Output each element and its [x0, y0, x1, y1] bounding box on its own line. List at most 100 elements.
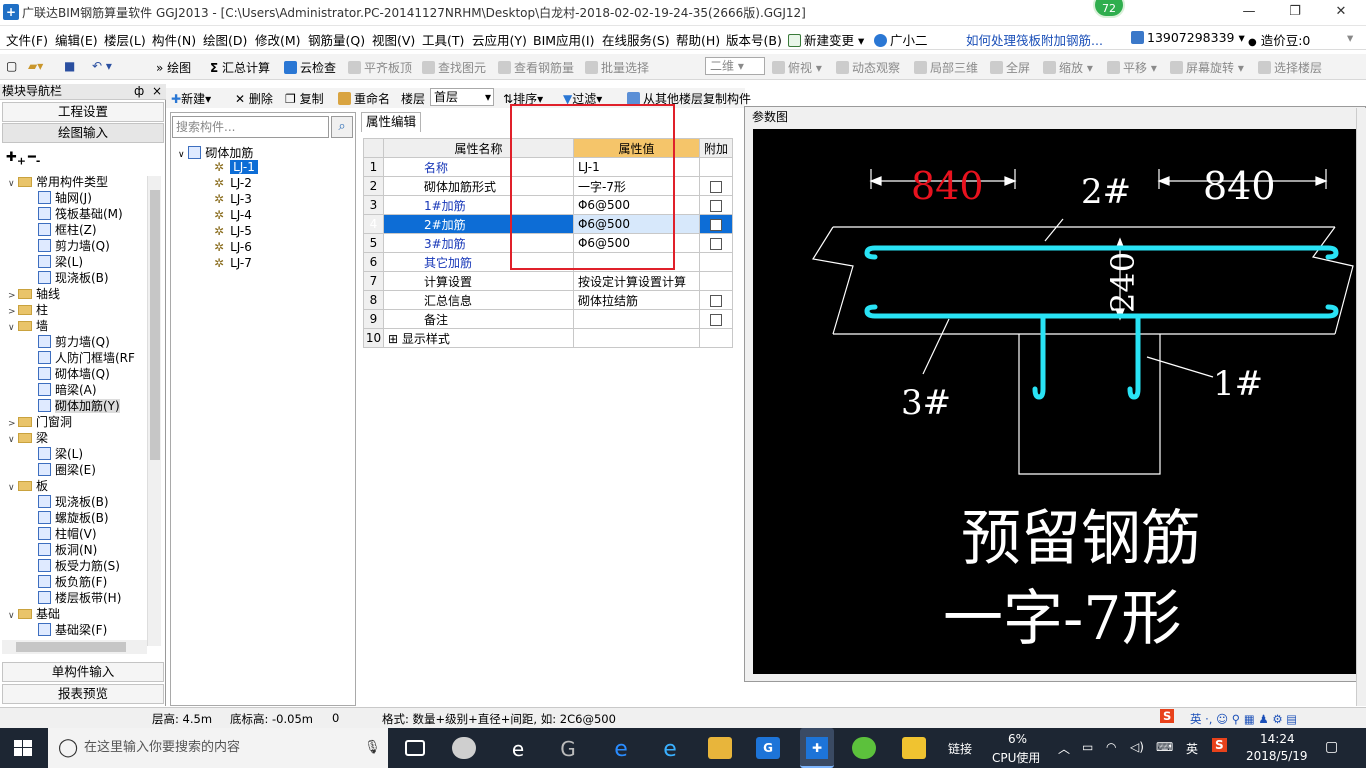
component-list-item[interactable]: ✲ LJ-7	[214, 256, 252, 270]
tree-item[interactable]: 砌体加筋(Y)	[38, 398, 120, 414]
tree-folder[interactable]: ∨ 墙	[8, 318, 48, 334]
notes-icon[interactable]	[902, 737, 926, 759]
ime-english-icon[interactable]: 英 ·, ☺ ⚲ ▦ ♟ ⚙ ▤	[1190, 711, 1297, 727]
menu-rebar-qty[interactable]: 钢筋量(Q)	[308, 30, 365, 49]
tree-folder[interactable]: > 轴线	[8, 286, 60, 302]
tree-folder[interactable]: ∨ 基础	[8, 606, 60, 622]
save-icon[interactable]: ■	[64, 59, 75, 73]
sogou-tray-icon[interactable]: S	[1212, 738, 1227, 752]
minimize-button[interactable]: —	[1226, 0, 1272, 24]
zoom-button[interactable]: 缩放 ▾	[1043, 59, 1093, 76]
notification-badge[interactable]: 72	[1093, 0, 1125, 18]
tree-item[interactable]: 框柱(Z)	[38, 222, 97, 238]
volume-icon[interactable]: ◁)	[1130, 740, 1144, 754]
component-list-item[interactable]: ✲ LJ-4	[214, 208, 252, 222]
menu-assistant[interactable]: 广小二	[874, 30, 928, 49]
report-preview-button[interactable]: 报表预览	[2, 684, 164, 704]
menu-online[interactable]: 在线服务(S)	[602, 30, 670, 49]
internet-explorer-icon[interactable]: e	[658, 737, 682, 762]
menu-floor[interactable]: 楼层(L)	[104, 30, 146, 49]
clock-time[interactable]: 14:24	[1260, 732, 1295, 746]
battery-icon[interactable]: ▭	[1082, 740, 1093, 754]
attach-checkbox[interactable]	[709, 199, 722, 212]
rotate-screen-button[interactable]: 屏幕旋转 ▾	[1170, 59, 1244, 76]
pan-button[interactable]: 平移 ▾	[1107, 59, 1157, 76]
delete-button[interactable]: ✕ 删除	[235, 90, 273, 107]
floor-select[interactable]: 首层 ▾	[430, 88, 494, 106]
component-list-item[interactable]: ✲ LJ-2	[214, 176, 252, 190]
ie-legacy-icon[interactable]: e	[506, 737, 530, 761]
taskbar-search-input[interactable]: ◯ 在这里输入你要搜索的内容 🎙︎	[48, 728, 388, 768]
attach-checkbox[interactable]	[709, 237, 722, 250]
keyboard-icon[interactable]: ⌨	[1156, 740, 1173, 754]
microphone-icon[interactable]: 🎙︎	[364, 728, 381, 768]
view-mode-select[interactable]: 二维 ▾	[705, 57, 765, 75]
attach-checkbox[interactable]	[709, 180, 722, 193]
tree-item[interactable]: 现浇板(B)	[38, 494, 109, 510]
property-value-cell[interactable]: 砌体拉结筋	[572, 290, 700, 310]
menu-component[interactable]: 构件(N)	[152, 30, 196, 49]
batch-select-button[interactable]: 批量选择	[585, 59, 649, 76]
tree-hscrollbar[interactable]	[2, 640, 147, 654]
tree-item[interactable]: 砌体墙(Q)	[38, 366, 110, 382]
glodon-swirl-icon[interactable]: G	[556, 737, 580, 761]
tree-item[interactable]: 基础梁(F)	[38, 622, 107, 638]
glodon-g-icon[interactable]: G	[756, 737, 780, 759]
menu-bim[interactable]: BIM应用(I)	[533, 30, 595, 49]
ime-indicator[interactable]: 英	[1186, 740, 1198, 757]
summary-calc-button[interactable]: Σ 汇总计算	[210, 59, 270, 76]
user-phone[interactable]: 13907298339 ▾	[1131, 30, 1245, 45]
chevron-down-icon[interactable]: ∨	[8, 176, 18, 192]
close-icon[interactable]: ×	[152, 84, 162, 99]
chevron-down-icon[interactable]: ∨	[8, 432, 18, 448]
tree-item[interactable]: 圈梁(E)	[38, 462, 96, 478]
fullscreen-button[interactable]: 全屏	[990, 59, 1030, 76]
tree-folder[interactable]: ∨ 常用构件类型	[8, 174, 108, 190]
component-list-item[interactable]: ✲ LJ-6	[214, 240, 252, 254]
tree-item[interactable]: 梁(L)	[38, 254, 83, 270]
view-rebar-qty-button[interactable]: 查看钢筋量	[498, 59, 574, 76]
tree-item[interactable]: 筏板基础(M)	[38, 206, 123, 222]
property-value-cell[interactable]	[572, 309, 700, 329]
component-list-item[interactable]: ✲ LJ-5	[214, 224, 252, 238]
property-row[interactable]: 9 备注	[363, 309, 734, 329]
undo-icon[interactable]: ↶ ▾	[92, 59, 112, 73]
new-component-button[interactable]: ✚新建▾	[171, 90, 211, 107]
property-row[interactable]: 8 汇总信息 砌体拉结筋	[363, 290, 734, 310]
attach-checkbox[interactable]	[709, 313, 722, 326]
chevron-down-icon[interactable]: ∨	[8, 320, 18, 336]
component-list-item[interactable]: ✲ LJ-3	[214, 192, 252, 206]
link-label[interactable]: 链接	[948, 740, 972, 757]
collapse-menu-icon[interactable]: ▾	[1347, 30, 1353, 45]
tree-folder[interactable]: ∨ 板	[8, 478, 48, 494]
project-settings-button[interactable]: 工程设置	[2, 102, 164, 122]
property-value-cell[interactable]: 按设定计算设置计算	[572, 271, 700, 291]
close-button[interactable]: ✕	[1318, 0, 1364, 24]
maximize-button[interactable]: ❐	[1272, 0, 1318, 24]
wifi-icon[interactable]: ◠	[1106, 740, 1116, 754]
tree-item[interactable]: 板负筋(F)	[38, 574, 107, 590]
tray-chevron-icon[interactable]: ︿	[1058, 740, 1070, 757]
expand-all-icon[interactable]: ✚+	[6, 150, 26, 168]
expand-icon[interactable]: ⊞	[388, 332, 402, 346]
edge-icon[interactable]: e	[609, 737, 633, 762]
ggj-active-icon[interactable]: ✚	[800, 728, 834, 768]
tree-item[interactable]: 螺旋板(B)	[38, 510, 109, 526]
menu-new-change[interactable]: 新建变更 ▾	[788, 30, 864, 49]
draw-button[interactable]: » 绘图	[156, 59, 191, 76]
tree-item[interactable]: 人防门框墙(RF	[38, 350, 135, 366]
menu-edit[interactable]: 编辑(E)	[55, 30, 98, 49]
property-value-cell[interactable]	[572, 328, 700, 348]
clock-date[interactable]: 2018/5/19	[1246, 749, 1308, 763]
dynamic-view-button[interactable]: 动态观察	[836, 59, 900, 76]
property-row[interactable]: 7 计算设置 按设定计算设置计算	[363, 271, 734, 291]
help-link[interactable]: 如何处理筏板附加钢筋...	[966, 30, 1103, 49]
flush-slab-button[interactable]: 平齐板顶	[348, 59, 412, 76]
right-scrollbar[interactable]	[1356, 108, 1366, 706]
menu-cloud[interactable]: 云应用(Y)	[472, 30, 527, 49]
rename-button[interactable]: 重命名	[338, 90, 390, 107]
select-floor-button[interactable]: 选择楼层	[1258, 59, 1322, 76]
component-search-input[interactable]: 搜索构件...	[172, 116, 329, 138]
360-icon[interactable]	[852, 737, 876, 759]
tree-item[interactable]: 板受力筋(S)	[38, 558, 120, 574]
